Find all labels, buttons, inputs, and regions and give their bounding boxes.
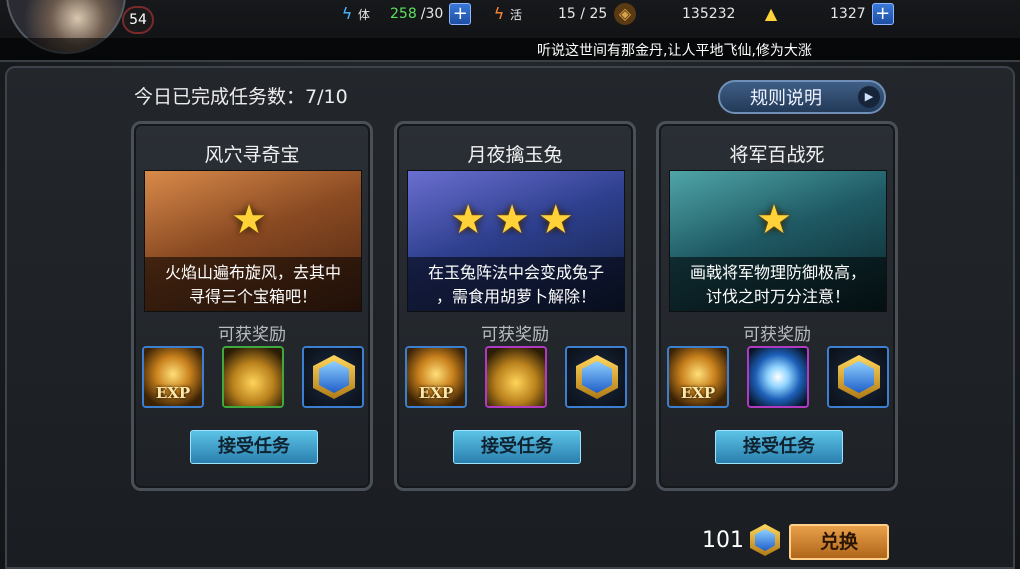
task-title: 风穴寻奇宝 <box>204 144 300 166</box>
task-description-line: 寻得三个宝箱吧！ <box>188 287 317 306</box>
gold-ingot-icon: ▲ <box>764 4 778 23</box>
task-description: 在玉兔阵法中会变成兔子 ，需食用胡萝卜解除！ <box>408 257 624 311</box>
task-description-line: 讨伐之时万分注意！ <box>705 287 850 306</box>
task-description: 火焰山遍布旋风，去其中 寻得三个宝箱吧！ <box>145 257 361 311</box>
task-card-2: 月夜擒玉兔 ★★★ 在玉兔阵法中会变成兔子 ，需食用胡萝卜解除！ 可获奖励 EX… <box>394 121 636 491</box>
reward-label: 可获奖励 <box>743 325 811 345</box>
accept-task-button[interactable]: 接受任务 <box>715 430 843 464</box>
task-card-1: 风穴寻奇宝 ★ 火焰山遍布旋风，去其中 寻得三个宝箱吧！ 可获奖励 EXP 接受… <box>131 121 373 491</box>
reward-item-gold[interactable] <box>222 346 284 408</box>
activity-label: 活 <box>510 7 523 22</box>
player-level-badge: 54 <box>122 6 154 34</box>
reward-item-gem[interactable] <box>827 346 889 408</box>
task-description-line: 画戟将军物理防御极高， <box>689 263 866 282</box>
daily-progress-text: 今日已完成任务数：7/10 <box>134 86 348 108</box>
exp-icon: EXP <box>407 348 465 406</box>
spirit-orb-icon <box>749 348 807 406</box>
difficulty-stars: ★★★ <box>450 197 582 243</box>
reward-item-orb[interactable] <box>747 346 809 408</box>
task-scene-image: ★ 画戟将军物理防御极高， 讨伐之时万分注意！ <box>669 170 887 312</box>
reward-item-gem[interactable] <box>565 346 627 408</box>
add-stamina-button[interactable]: + <box>449 3 472 25</box>
accept-task-button[interactable]: 接受任务 <box>190 430 318 464</box>
reward-label: 可获奖励 <box>481 325 549 345</box>
reward-item-gold-bag[interactable] <box>485 346 547 408</box>
ingot-value: 1327 <box>830 6 866 22</box>
ticker-text: 听说这世间有那金丹,让人平地飞仙,修为大涨 <box>537 43 812 59</box>
difficulty-stars: ★ <box>231 197 275 243</box>
task-description-line: ，需食用胡萝卜解除！ <box>435 287 596 306</box>
coin-icon: ◈ <box>614 3 636 25</box>
token-gem-icon <box>750 524 780 556</box>
stamina-current: 258 <box>390 6 417 22</box>
task-description-line: 火焰山遍布旋风，去其中 <box>164 263 341 282</box>
exp-icon: EXP <box>144 348 202 406</box>
reward-label: 可获奖励 <box>218 325 286 345</box>
rules-button[interactable]: 规则说明 ▶ <box>718 80 886 114</box>
gold-bag-icon <box>487 348 545 406</box>
coin-value: 135232 <box>682 6 736 22</box>
add-ingot-button[interactable]: + <box>871 3 894 25</box>
reward-item-exp[interactable]: EXP <box>405 346 467 408</box>
play-arrow-icon: ▶ <box>858 86 880 108</box>
coin-counter: ◈ 135232 <box>614 2 735 26</box>
stamina-label: 体 <box>358 7 371 22</box>
token-count: 101 <box>702 528 744 553</box>
task-title: 将军百战死 <box>729 144 825 166</box>
exchange-button[interactable]: 兑换 <box>789 524 889 560</box>
news-ticker: 听说这世间有那金丹,让人平地飞仙,修为大涨 <box>0 38 1020 60</box>
task-description-line: 在玉兔阵法中会变成兔子 <box>427 263 604 282</box>
activity-value: 15 / 25 <box>558 6 608 22</box>
gem-hex-icon <box>567 348 625 406</box>
exp-icon: EXP <box>669 348 727 406</box>
activity-counter: ϟ 活 15 / 25 <box>488 2 608 26</box>
flame-bolt-icon: ϟ <box>493 4 505 23</box>
rules-button-label: 规则说明 <box>750 88 822 109</box>
reward-item-exp[interactable]: EXP <box>142 346 204 408</box>
task-scene-image: ★★★ 在玉兔阵法中会变成兔子 ，需食用胡萝卜解除！ <box>407 170 625 312</box>
gold-coins-icon <box>224 348 282 406</box>
lightning-icon: ϟ <box>341 4 353 23</box>
reward-list: EXP <box>667 346 889 408</box>
task-title: 月夜擒玉兔 <box>467 144 563 166</box>
task-scene-image: ★ 火焰山遍布旋风，去其中 寻得三个宝箱吧！ <box>144 170 362 312</box>
reward-list: EXP <box>142 346 364 408</box>
gem-hex-icon <box>829 348 887 406</box>
ingot-counter: ▲ 1327 + <box>760 2 894 26</box>
difficulty-stars: ★ <box>756 197 800 243</box>
task-description: 画戟将军物理防御极高， 讨伐之时万分注意！ <box>670 257 886 311</box>
reward-item-exp[interactable]: EXP <box>667 346 729 408</box>
top-status-bar: 54 ϟ 体 258 /30 + ϟ 活 15 / 25 ◈ 135232 ▲ … <box>0 0 1020 62</box>
reward-list: EXP <box>405 346 627 408</box>
stamina-counter: ϟ 体 258 /30 + <box>336 2 472 26</box>
task-card-3: 将军百战死 ★ 画戟将军物理防御极高， 讨伐之时万分注意！ 可获奖励 EXP 接… <box>656 121 898 491</box>
gem-hex-icon <box>304 348 362 406</box>
stamina-max: /30 <box>420 6 444 22</box>
accept-task-button[interactable]: 接受任务 <box>453 430 581 464</box>
reward-item-gem[interactable] <box>302 346 364 408</box>
